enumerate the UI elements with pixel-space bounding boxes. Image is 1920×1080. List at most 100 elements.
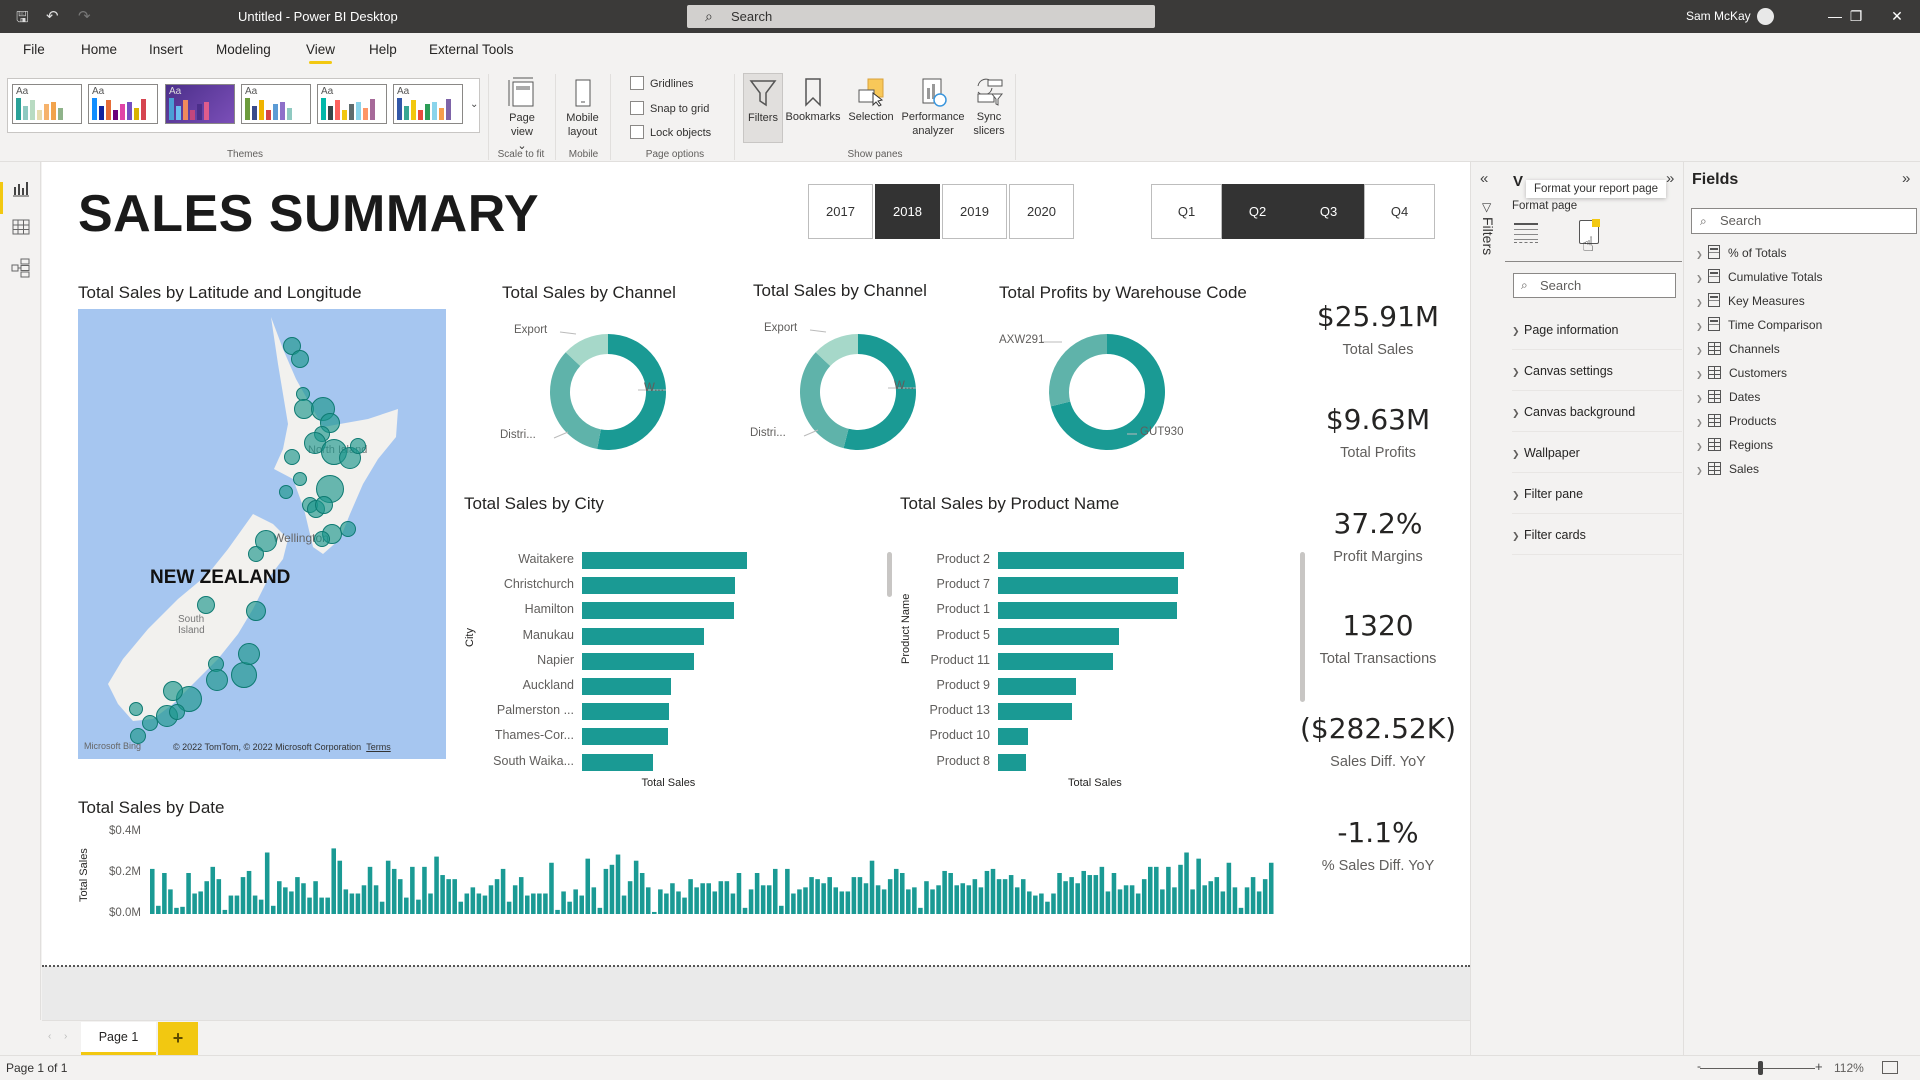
map-data-point[interactable]: [350, 438, 366, 454]
field-table-regions[interactable]: ❯ Regions: [1696, 434, 1773, 456]
map-data-point[interactable]: [279, 485, 293, 499]
avatar[interactable]: [1757, 8, 1774, 25]
bar[interactable]: [998, 627, 1119, 645]
bar[interactable]: [998, 577, 1179, 595]
map-data-point[interactable]: [315, 496, 333, 514]
save-icon[interactable]: 🖫: [16, 7, 29, 32]
map-data-point[interactable]: [291, 350, 309, 368]
bar[interactable]: [998, 728, 1028, 746]
bar[interactable]: [582, 703, 670, 721]
field-table-customers[interactable]: ❯ Customers: [1696, 362, 1787, 384]
column-chart-date[interactable]: $0.0M $0.2M $0.4M Total Sales: [78, 824, 1318, 934]
filters-pane-collapsed[interactable]: « ▽ Filters: [1470, 162, 1502, 1055]
quarter-slicer-q2[interactable]: Q2: [1222, 184, 1293, 239]
tab-view[interactable]: View: [306, 42, 335, 64]
format-section-canvas-background[interactable]: ❯ Canvas background: [1512, 392, 1682, 432]
page-tab[interactable]: Page 1: [81, 1022, 156, 1055]
field-table-key-measures[interactable]: ❯ Key Measures: [1696, 290, 1805, 312]
selection-pane-button[interactable]: Selection: [843, 76, 899, 124]
field-table-dates[interactable]: ❯ Dates: [1696, 386, 1760, 408]
mobile-layout-button[interactable]: Mobile layout: [560, 77, 605, 139]
year-slicer-2017[interactable]: 2017: [808, 184, 873, 239]
map-data-point[interactable]: [284, 449, 300, 465]
bar[interactable]: [998, 753, 1026, 771]
theme-option[interactable]: Aa: [88, 84, 158, 124]
map-data-point[interactable]: [314, 531, 330, 547]
tab-insert[interactable]: Insert: [149, 42, 183, 57]
map-data-point[interactable]: [238, 643, 260, 665]
map-data-point[interactable]: [169, 704, 185, 720]
bar[interactable]: [582, 728, 668, 746]
collapse-pane-icon[interactable]: »: [1666, 170, 1674, 187]
year-slicer-2020[interactable]: 2020: [1009, 184, 1074, 239]
global-search-input[interactable]: ⌕ Search: [687, 5, 1155, 28]
filters-label[interactable]: Filters: [1480, 217, 1496, 255]
format-section-wallpaper[interactable]: ❯ Wallpaper: [1512, 433, 1682, 473]
gridlines-checkbox[interactable]: Gridlines: [630, 76, 693, 90]
bar[interactable]: [582, 602, 734, 620]
map-data-point[interactable]: [206, 669, 228, 691]
quarter-slicer-q1[interactable]: Q1: [1151, 184, 1222, 239]
data-view-icon[interactable]: [11, 217, 31, 237]
map-data-point[interactable]: [129, 702, 143, 716]
bar[interactable]: [582, 552, 747, 569]
chevron-down-icon[interactable]: ⌄: [470, 99, 478, 110]
map-data-point[interactable]: [197, 596, 215, 614]
lock-objects-checkbox[interactable]: Lock objects: [630, 125, 711, 139]
model-view-icon[interactable]: [11, 258, 31, 278]
bar[interactable]: [998, 703, 1073, 721]
bar[interactable]: [582, 678, 672, 695]
collapse-pane-icon[interactable]: »: [1902, 170, 1910, 187]
fit-to-page-icon[interactable]: [1882, 1061, 1898, 1074]
bar[interactable]: [998, 678, 1077, 695]
zoom-out-button[interactable]: -: [1697, 1059, 1701, 1073]
field-table-products[interactable]: ❯ Products: [1696, 410, 1776, 432]
terms-link[interactable]: Terms: [366, 742, 391, 752]
map-data-point[interactable]: [231, 662, 257, 688]
quarter-slicer-q3[interactable]: Q3: [1293, 184, 1364, 239]
theme-option[interactable]: Aa: [241, 84, 311, 124]
year-slicer-2019[interactable]: 2019: [942, 184, 1007, 239]
checkbox-box[interactable]: [630, 125, 644, 139]
bar[interactable]: [998, 652, 1114, 670]
format-search-input[interactable]: ⌕ Search: [1513, 273, 1676, 298]
map-data-point[interactable]: [293, 472, 307, 486]
checkbox-box[interactable]: [630, 76, 644, 90]
bubble-map[interactable]: North Island Wellington South Island NEW…: [78, 309, 446, 759]
field-table-channels[interactable]: ❯ Channels: [1696, 338, 1780, 360]
bar[interactable]: [582, 753, 653, 771]
year-slicer-2018[interactable]: 2018: [875, 184, 940, 239]
theme-option[interactable]: Aa: [165, 84, 235, 124]
expand-filters-icon[interactable]: «: [1480, 170, 1488, 187]
map-data-point[interactable]: [248, 546, 264, 562]
field-table-cumulative-totals[interactable]: ❯ Cumulative Totals: [1696, 266, 1823, 288]
bar-chart-city[interactable]: Waitakere Christchurch Hamilton Manukau Napi…: [464, 522, 892, 789]
format-section-canvas-settings[interactable]: ❯ Canvas settings: [1512, 351, 1682, 391]
next-page-icon[interactable]: ›: [64, 1031, 67, 1042]
field-table-time-comparison[interactable]: ❯ Time Comparison: [1696, 314, 1822, 336]
quarter-slicer-q4[interactable]: Q4: [1364, 184, 1435, 239]
report-view-icon[interactable]: [11, 178, 31, 198]
bar[interactable]: [582, 627, 705, 645]
theme-option[interactable]: Aa: [317, 84, 387, 124]
zoom-in-button[interactable]: +: [1815, 1059, 1823, 1074]
map-data-point[interactable]: [163, 681, 183, 701]
map-data-point[interactable]: [340, 521, 356, 537]
map-data-point[interactable]: [246, 601, 266, 621]
page-view-button[interactable]: Page view ⌄: [498, 77, 546, 153]
zoom-slider-thumb[interactable]: [1758, 1061, 1763, 1075]
theme-option[interactable]: Aa: [12, 84, 82, 124]
prev-page-icon[interactable]: ‹: [48, 1031, 51, 1042]
bookmarks-pane-button[interactable]: Bookmarks: [785, 76, 841, 124]
filters-pane-button[interactable]: Filters: [743, 73, 783, 143]
format-section-filter-pane[interactable]: ❯ Filter pane: [1512, 474, 1682, 514]
snap-to-grid-checkbox[interactable]: Snap to grid: [630, 101, 709, 115]
bar[interactable]: [582, 577, 736, 595]
fields-search-input[interactable]: ⌕ Search: [1691, 208, 1917, 234]
performance-analyzer-button[interactable]: Performance analyzer: [899, 76, 967, 138]
tab-modeling[interactable]: Modeling: [216, 42, 271, 57]
theme-option[interactable]: Aa: [393, 84, 463, 124]
bar[interactable]: [582, 652, 695, 670]
tab-home[interactable]: Home: [81, 42, 117, 57]
close-button[interactable]: ✕: [1882, 5, 1912, 27]
